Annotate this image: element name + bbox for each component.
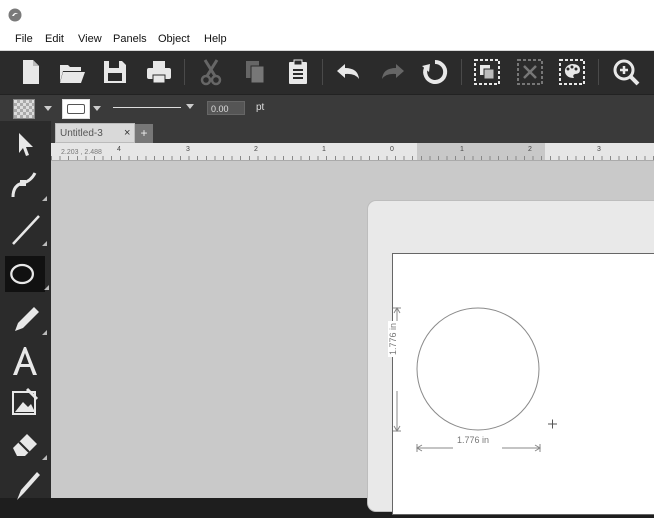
group-icon (474, 59, 500, 85)
toolbar-separator (184, 59, 185, 85)
stroke-unit-label: pt (256, 102, 265, 113)
line-style-dropdown-icon[interactable] (186, 104, 194, 109)
new-file-button[interactable] (15, 57, 45, 87)
line-tool-icon (12, 215, 40, 245)
width-label: 1.776 in (455, 435, 492, 445)
copy-icon (246, 61, 265, 84)
shape-layer (393, 307, 557, 452)
ungroup-button[interactable] (515, 57, 545, 87)
zoom-in-icon (613, 59, 640, 86)
eraser-tool[interactable] (7, 426, 47, 462)
menu-view[interactable]: View (78, 33, 102, 45)
menu-file[interactable]: File (15, 33, 33, 45)
stroke-width-input[interactable]: 0.00 (207, 101, 245, 115)
tab-untitled-3[interactable]: Untitled-3 × (55, 123, 135, 143)
line-style-selector[interactable] (113, 107, 181, 108)
undo-icon (337, 64, 359, 79)
refresh-button[interactable] (420, 57, 450, 87)
knife-tool[interactable] (7, 466, 43, 502)
zoom-in-button[interactable] (611, 57, 641, 87)
tool-flyout-icon (44, 285, 49, 290)
tab-title: Untitled-3 (60, 128, 103, 139)
refresh-icon (422, 59, 448, 84)
redo-icon (382, 64, 404, 79)
node-edit-tool[interactable] (7, 167, 47, 203)
line-tool[interactable] (7, 212, 47, 248)
open-button[interactable] (57, 57, 87, 87)
text-tool-icon (13, 347, 37, 375)
knife-tool-icon (17, 472, 40, 500)
tool-flyout-icon (42, 330, 47, 335)
document-tab-bar: Untitled-3 × + (51, 121, 654, 143)
stroke-dropdown-icon[interactable] (93, 106, 101, 111)
tool-flyout-icon (42, 241, 47, 246)
undo-button[interactable] (333, 57, 363, 87)
title-bar (0, 0, 654, 30)
cut-button[interactable] (196, 57, 226, 87)
select-tool-icon (19, 133, 33, 156)
toolbar-separator (461, 59, 462, 85)
tools-sidebar (0, 121, 51, 500)
ruler-ticks (51, 156, 654, 160)
ellipse-tool[interactable] (5, 256, 49, 292)
save-button[interactable] (100, 57, 130, 87)
redo-button[interactable] (378, 57, 408, 87)
print-button[interactable] (144, 57, 174, 87)
width-dimension (416, 444, 541, 452)
ruler-tick-label: 4 (117, 146, 121, 153)
crosshair-cursor-icon (548, 419, 557, 429)
tool-flyout-icon (42, 196, 47, 201)
horizontal-ruler: 2.203 , 2.488 4 3 2 1 0 1 2 3 (51, 143, 654, 161)
circle-shape[interactable] (416, 307, 540, 431)
copy-button[interactable] (240, 57, 270, 87)
save-icon (104, 61, 126, 83)
toolbar-separator (322, 59, 323, 85)
paste-button[interactable] (283, 57, 313, 87)
eraser-tool-icon (13, 434, 37, 456)
text-tool[interactable] (7, 343, 43, 379)
tool-flyout-icon (42, 455, 47, 460)
pencil-tool[interactable] (7, 301, 47, 337)
image-trace-tool-icon (12, 387, 39, 415)
ruler-tick-label: 3 (186, 146, 190, 153)
ruler-tick-label: 1 (322, 146, 326, 153)
ruler-tick-label: 1 (460, 146, 464, 153)
paste-icon (289, 59, 307, 84)
cursor-coordinates: 2.203 , 2.488 (61, 149, 102, 156)
ungroup-icon (517, 59, 543, 85)
ruler-tick-label: 3 (597, 146, 601, 153)
print-icon (147, 61, 171, 84)
height-label: 1.776 in (388, 320, 398, 357)
node-edit-tool-icon (11, 172, 37, 198)
menu-help[interactable]: Help (204, 33, 227, 45)
menu-panels[interactable]: Panels (113, 33, 147, 45)
menu-object[interactable]: Object (158, 33, 190, 45)
ruler-tick-label: 2 (528, 146, 532, 153)
ellipse-tool-icon (10, 263, 35, 285)
shape-overlay: 1.776 in 1.776 in (388, 253, 654, 513)
property-bar: 0.00 pt (0, 94, 654, 122)
select-tool[interactable] (7, 127, 43, 163)
toolbar-separator (598, 59, 599, 85)
fill-color-swatch[interactable] (13, 99, 35, 119)
open-folder-icon (60, 65, 85, 83)
fill-dropdown-icon[interactable] (44, 106, 52, 111)
tab-close-icon[interactable]: × (124, 127, 130, 139)
ruler-tick-label: 2 (254, 146, 258, 153)
app-logo-icon (8, 8, 22, 22)
new-file-icon (23, 60, 39, 84)
menu-edit[interactable]: Edit (45, 33, 64, 45)
ruler-tick-label: 0 (390, 146, 394, 153)
cut-icon (200, 59, 222, 86)
image-trace-tool[interactable] (7, 385, 43, 421)
stroke-color-swatch[interactable] (62, 99, 90, 119)
menu-bar: File Edit View Panels Object Help (0, 30, 654, 51)
group-button[interactable] (472, 57, 502, 87)
canvas-area[interactable]: 1.776 in 1.776 in (51, 161, 654, 515)
palette-icon (559, 59, 585, 85)
pencil-tool-icon (15, 307, 39, 331)
palette-button[interactable] (557, 57, 587, 87)
new-tab-button[interactable]: + (135, 124, 153, 143)
main-toolbar (0, 51, 654, 94)
